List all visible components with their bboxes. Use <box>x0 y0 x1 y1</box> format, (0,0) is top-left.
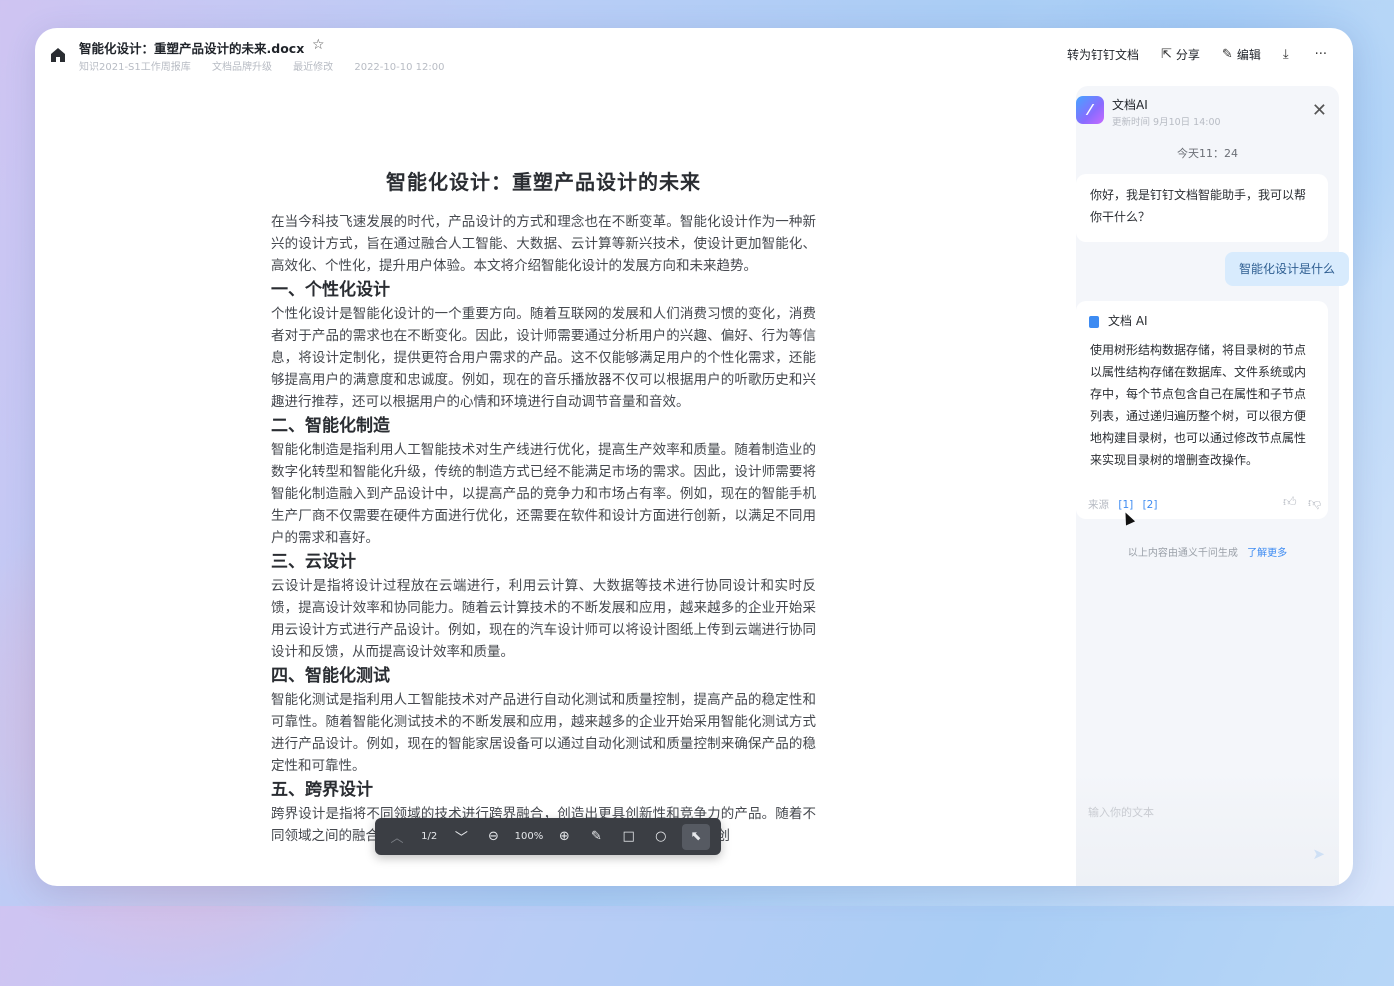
viewer-toolbar: ︿ 1/2 ﹀ ⊖ 100% ⊕ ✎ □ ○ ⬉ <box>375 818 721 855</box>
section-paragraph: 智能化测试是指利用人工智能技术对产品进行自动化测试和质量控制，提高产品的稳定性和… <box>271 692 816 774</box>
panel-fade <box>1076 766 1339 886</box>
app-window: 智能化设计：重塑产品设计的未来.docx ☆ 知识2021-S1工作周报库 文档… <box>35 28 1353 886</box>
ai-disclaimer: 以上内容由通义千问生成 了解更多 <box>1076 544 1339 559</box>
chevron-up-icon[interactable]: ︿ <box>386 824 408 850</box>
thumbs-up-icon[interactable]: 👍︎ <box>1283 495 1297 510</box>
learn-more-link[interactable]: 了解更多 <box>1247 548 1287 559</box>
edit-button[interactable]: ✎ 编辑 <box>1222 46 1261 63</box>
more-icon: ··· <box>1314 47 1327 62</box>
circle-icon[interactable]: ○ <box>650 824 672 850</box>
ai-logo-icon: ⁄ <box>1076 96 1104 124</box>
document-body: 智能化设计：重塑产品设计的未来 在当今科技飞速发展的时代，产品设计的方式和理念也… <box>271 166 816 847</box>
document-icon <box>1089 316 1099 328</box>
thumbs-down-icon[interactable]: 👎︎ <box>1308 496 1321 511</box>
convert-button[interactable]: 转为钉钉文档 <box>1067 46 1139 63</box>
ai-reply-text: 使用树形结构数据存储，将目录树的节点以属性结构存储在数据库、文件系统或内存中，每… <box>1090 343 1307 467</box>
download-icon: ⤓ <box>1282 47 1289 62</box>
select-cursor-icon[interactable]: ⬉ <box>681 823 710 850</box>
share-label: 分享 <box>1175 48 1200 62</box>
source-ref-link[interactable]: [1] <box>1118 499 1133 511</box>
chat-input[interactable]: 输入你的文本 <box>1088 804 1154 820</box>
source-refs: 来源 [1] [2] <box>1088 497 1157 512</box>
source-label: 来源 <box>1088 499 1109 511</box>
section-paragraph: 云设计是指将设计过程放在云端进行，利用云计算、大数据等技术进行协同设计和实时反馈… <box>271 578 816 660</box>
meta-item: 知识2021-S1工作周报库 <box>79 62 191 73</box>
header: 智能化设计：重塑产品设计的未来.docx ☆ 知识2021-S1工作周报库 文档… <box>35 28 1353 88</box>
meta-item: 最近修改 <box>293 62 334 73</box>
share-icon: ⇱ <box>1161 47 1172 62</box>
rectangle-icon[interactable]: □ <box>618 824 640 850</box>
download-button[interactable]: ⤓ <box>1283 47 1293 62</box>
ai-greeting-bubble: 你好，我是钉钉文档智能助手，我可以帮你干什么？ <box>1076 174 1328 242</box>
chevron-down-icon[interactable]: ﹀ <box>450 824 472 850</box>
share-button[interactable]: ⇱ 分享 <box>1161 46 1200 63</box>
zoom-level: 100% <box>514 831 544 842</box>
user-message-text: 智能化设计是什么 <box>1238 262 1335 276</box>
ai-reply-label: 文档 AI <box>1108 314 1148 328</box>
edit-label: 编辑 <box>1236 48 1261 62</box>
ai-panel: ⁄ 文档AI 更新时间 9月10日 14:00 ✕ 今天11：24 你好，我是钉… <box>1076 86 1349 886</box>
section-heading: 一、个性化设计 <box>271 280 390 300</box>
source-ref-link[interactable]: [2] <box>1143 499 1158 511</box>
section-heading: 四、智能化测试 <box>271 666 390 686</box>
section-heading: 三、云设计 <box>271 552 356 572</box>
meta-item: 2022-10-10 12:00 <box>354 62 445 73</box>
close-icon[interactable]: ✕ <box>1312 100 1327 121</box>
section-paragraph: 智能化制造是指利用人工智能技术对生产线进行优化，提高生产效率和质量。随着制造业的… <box>271 442 816 546</box>
section-paragraph: 个性化设计是智能化设计的一个重要方向。随着互联网的发展和人们消费习惯的变化，消费… <box>271 306 816 410</box>
home-icon[interactable] <box>48 45 68 65</box>
ai-panel-subtitle: 更新时间 9月10日 14:00 <box>1112 117 1221 128</box>
document-title: 智能化设计：重塑产品设计的未来.docx <box>79 41 305 56</box>
page-indicator: 1/2 <box>421 831 438 842</box>
zoom-out-icon[interactable]: ⊖ <box>482 824 504 850</box>
convert-label: 转为钉钉文档 <box>1066 48 1139 62</box>
pen-icon[interactable]: ✎ <box>586 824 608 850</box>
user-message-bubble: 智能化设计是什么 <box>1224 252 1349 286</box>
chat-timestamp: 今天11：24 <box>1177 147 1238 160</box>
header-actions: 转为钉钉文档 ⇱ 分享 ✎ 编辑 ⤓ ··· <box>1045 46 1331 63</box>
meta-item: 文档品牌升级 <box>211 62 272 73</box>
document-heading: 智能化设计：重塑产品设计的未来 <box>386 170 701 194</box>
pencil-icon: ✎ <box>1221 47 1233 62</box>
send-icon[interactable]: ➤ <box>1312 845 1325 863</box>
section-heading: 五、跨界设计 <box>271 780 373 800</box>
more-button[interactable]: ··· <box>1315 47 1331 62</box>
document-meta: 知识2021-S1工作周报库 文档品牌升级 最近修改 2022-10-10 12… <box>79 58 462 73</box>
ai-panel-title: 文档AI <box>1112 98 1148 112</box>
star-icon[interactable]: ☆ <box>312 37 325 53</box>
ai-reply-bubble: 文档 AI 使用树形结构数据存储，将目录树的节点以属性结构存储在数据库、文件系统… <box>1076 301 1328 519</box>
section-heading: 二、智能化制造 <box>271 416 390 436</box>
intro-paragraph: 在当今科技飞速发展的时代，产品设计的方式和理念也在不断变革。智能化设计作为一种新… <box>271 214 816 274</box>
zoom-in-icon[interactable]: ⊕ <box>553 824 575 850</box>
ai-greeting-text: 你好，我是钉钉文档智能助手，我可以帮你干什么？ <box>1090 188 1307 224</box>
disclaimer-text: 以上内容由通义千问生成 <box>1127 548 1238 559</box>
